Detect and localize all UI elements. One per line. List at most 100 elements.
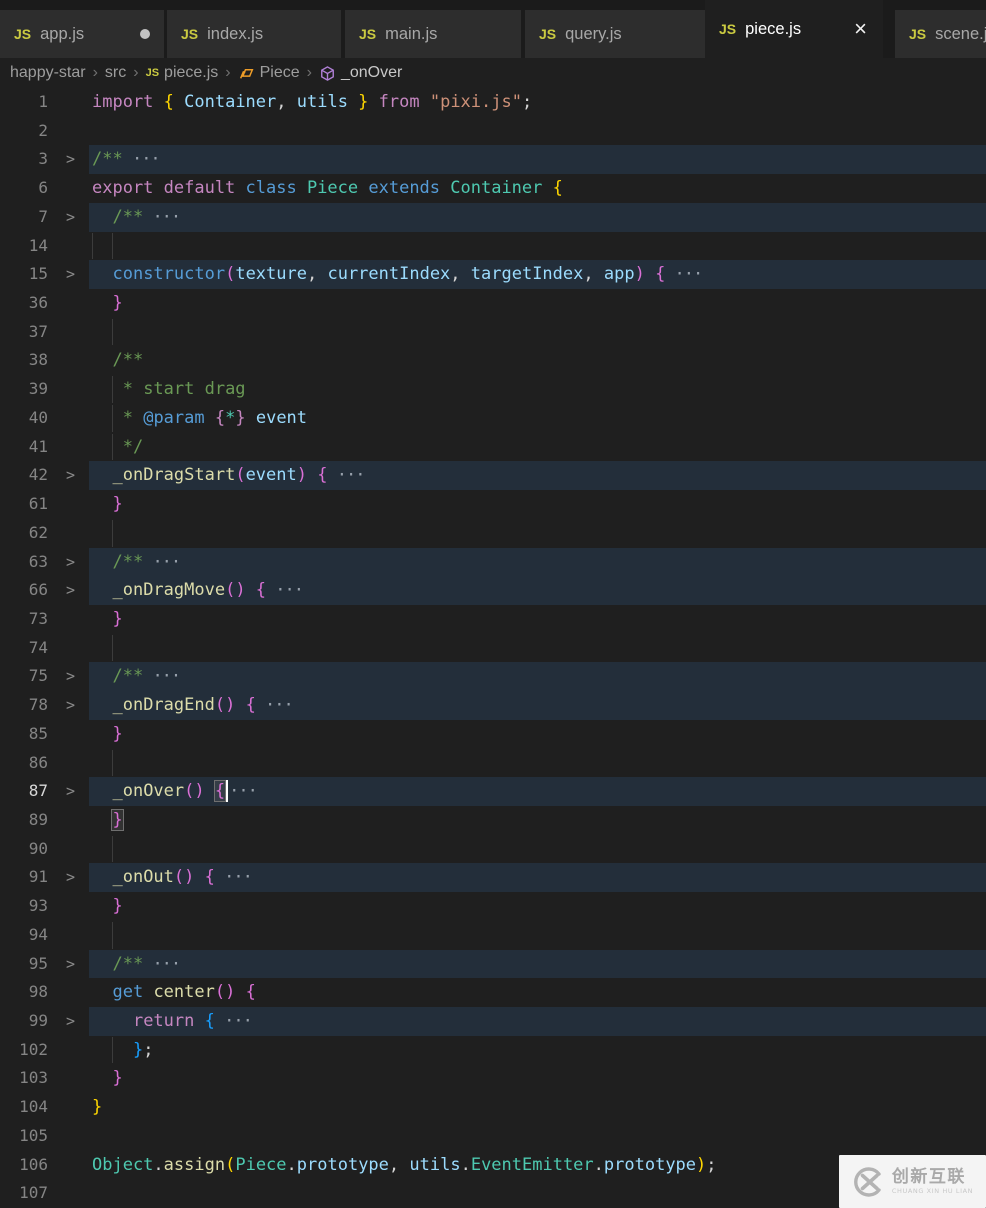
line-content[interactable]: constructor(texture, currentIndex, targe… — [89, 260, 986, 290]
line-number[interactable]: 98 — [0, 978, 52, 1007]
line-number[interactable]: 42 — [0, 461, 52, 490]
folded-ellipsis[interactable]: ··· — [123, 149, 161, 169]
tab-scene.js[interactable]: JS scene.js — [895, 10, 986, 58]
line-number[interactable]: 99 — [0, 1007, 52, 1036]
line-number[interactable]: 107 — [0, 1179, 52, 1208]
modified-dot-icon[interactable] — [140, 29, 150, 39]
fold-chevron-icon[interactable]: > — [52, 691, 89, 720]
line-content[interactable]: export default class Piece extends Conta… — [89, 174, 986, 203]
tab-query.js[interactable]: JS query.js — [525, 10, 705, 58]
fold-chevron-icon[interactable]: > — [52, 576, 89, 605]
line-content[interactable] — [89, 921, 986, 950]
fold-chevron-icon[interactable]: > — [52, 145, 89, 174]
line-number[interactable]: 75 — [0, 662, 52, 691]
line-number[interactable]: 2 — [0, 117, 52, 146]
folded-ellipsis[interactable]: ··· — [256, 695, 294, 715]
line-number[interactable]: 89 — [0, 806, 52, 835]
line-number[interactable]: 103 — [0, 1064, 52, 1093]
line-content[interactable]: } — [89, 289, 986, 318]
line-content[interactable] — [89, 634, 986, 663]
line-content[interactable]: /** ··· — [89, 202, 986, 232]
line-content[interactable]: _onDragStart(event) { ··· — [89, 461, 986, 491]
fold-chevron-icon[interactable]: > — [52, 777, 89, 806]
line-number[interactable]: 102 — [0, 1036, 52, 1065]
line-number[interactable]: 66 — [0, 576, 52, 605]
line-content[interactable]: _onOver() {··· — [89, 777, 986, 806]
fold-chevron-icon[interactable]: > — [52, 260, 89, 289]
line-content[interactable] — [89, 318, 986, 347]
line-number[interactable]: 73 — [0, 605, 52, 634]
line-number[interactable]: 95 — [0, 950, 52, 979]
folded-ellipsis[interactable]: ··· — [215, 867, 253, 887]
folded-ellipsis[interactable]: ··· — [143, 207, 181, 227]
line-content[interactable]: } — [89, 806, 986, 835]
breadcrumb-item-_onOver[interactable]: _onOver — [319, 64, 402, 82]
line-content[interactable]: /** ··· — [89, 662, 986, 692]
folded-ellipsis[interactable]: ··· — [327, 465, 366, 485]
breadcrumb-item-src[interactable]: src — [105, 64, 126, 82]
breadcrumb-item-happy-star[interactable]: happy-star — [10, 64, 86, 82]
line-content[interactable]: _onDragMove() { ··· — [89, 576, 986, 605]
line-number[interactable]: 39 — [0, 375, 52, 404]
folded-ellipsis[interactable]: ··· — [266, 580, 304, 600]
line-number[interactable]: 78 — [0, 691, 52, 720]
line-content[interactable]: return { ··· — [89, 1007, 986, 1036]
fold-chevron-icon[interactable]: > — [52, 950, 89, 979]
line-content[interactable]: /** ··· — [89, 949, 986, 979]
fold-chevron-icon[interactable]: > — [52, 548, 89, 577]
fold-chevron-icon[interactable]: > — [52, 203, 89, 232]
line-content[interactable]: } — [89, 1093, 986, 1122]
line-number[interactable]: 37 — [0, 318, 52, 347]
line-content[interactable]: /** — [89, 346, 986, 375]
fold-chevron-icon[interactable]: > — [52, 863, 89, 892]
line-number[interactable]: 40 — [0, 404, 52, 433]
line-content[interactable] — [89, 117, 986, 146]
line-number[interactable]: 14 — [0, 232, 52, 261]
tab-main.js[interactable]: JS main.js — [345, 10, 521, 58]
line-content[interactable]: } — [89, 490, 986, 519]
tab-app.js[interactable]: JS app.js — [0, 10, 164, 58]
line-number[interactable]: 41 — [0, 433, 52, 462]
line-number[interactable]: 106 — [0, 1151, 52, 1180]
folded-ellipsis[interactable]: ··· — [215, 1011, 253, 1031]
line-content[interactable]: /** ··· — [89, 145, 986, 175]
line-number[interactable]: 36 — [0, 289, 52, 318]
line-content[interactable] — [89, 232, 986, 261]
line-number[interactable]: 87 — [0, 777, 52, 806]
tab-index.js[interactable]: JS index.js — [167, 10, 341, 58]
line-number[interactable]: 61 — [0, 490, 52, 519]
tab-piece.js[interactable]: JS piece.js × — [705, 0, 883, 58]
line-number[interactable]: 6 — [0, 174, 52, 203]
line-content[interactable]: * start drag — [89, 375, 986, 404]
breadcrumb-item-Piece[interactable]: Piece — [238, 64, 300, 82]
line-content[interactable]: }; — [89, 1036, 986, 1065]
line-number[interactable]: 94 — [0, 921, 52, 950]
line-number[interactable]: 91 — [0, 863, 52, 892]
line-content[interactable]: } — [89, 1064, 986, 1093]
line-number[interactable]: 38 — [0, 346, 52, 375]
line-number[interactable]: 105 — [0, 1122, 52, 1151]
line-content[interactable]: _onOut() { ··· — [89, 863, 986, 893]
line-number[interactable]: 7 — [0, 203, 52, 232]
line-content[interactable]: import { Container, utils } from "pixi.j… — [89, 88, 986, 117]
folded-ellipsis[interactable]: ··· — [229, 781, 258, 801]
folded-ellipsis[interactable]: ··· — [665, 264, 704, 284]
folded-ellipsis[interactable]: ··· — [143, 666, 181, 686]
line-number[interactable]: 104 — [0, 1093, 52, 1122]
line-number[interactable]: 90 — [0, 835, 52, 864]
line-content[interactable]: get center() { — [89, 978, 986, 1007]
line-number[interactable]: 3 — [0, 145, 52, 174]
line-content[interactable]: } — [89, 720, 986, 749]
fold-chevron-icon[interactable]: > — [52, 1007, 89, 1036]
line-number[interactable]: 86 — [0, 749, 52, 778]
line-content[interactable]: } — [89, 605, 986, 634]
line-content[interactable]: * @param {*} event — [89, 404, 986, 433]
line-content[interactable]: */ — [89, 433, 986, 462]
line-content[interactable] — [89, 835, 986, 864]
close-icon[interactable]: × — [852, 18, 869, 40]
line-number[interactable]: 93 — [0, 892, 52, 921]
line-number[interactable]: 63 — [0, 548, 52, 577]
line-number[interactable]: 62 — [0, 519, 52, 548]
fold-chevron-icon[interactable]: > — [52, 662, 89, 691]
line-number[interactable]: 85 — [0, 720, 52, 749]
